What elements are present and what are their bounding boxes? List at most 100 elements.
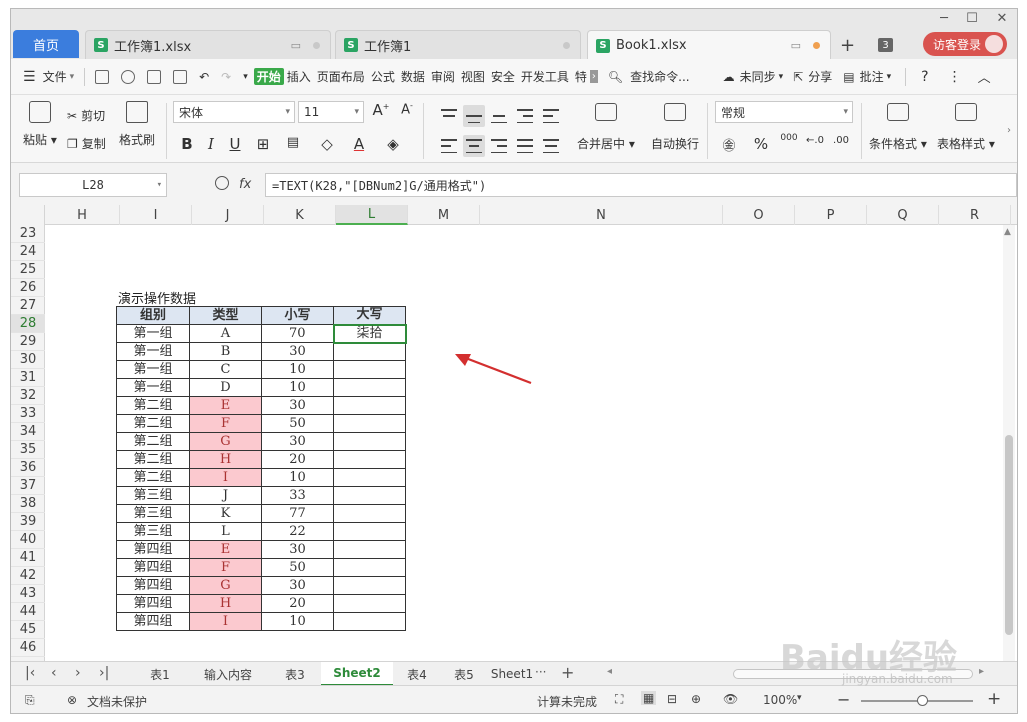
column-header-j[interactable]: J: [192, 205, 264, 225]
cell-lowercase[interactable]: 30: [261, 432, 334, 451]
eye-protect-icon[interactable]: 👁︎: [723, 692, 738, 706]
sheet-tab-sheet2[interactable]: Sheet2: [321, 662, 393, 686]
cell-type[interactable]: F: [189, 558, 262, 577]
hscroll-right-icon[interactable]: ▸: [979, 666, 984, 677]
font-size-select[interactable]: 11 ▾: [298, 101, 364, 123]
vertical-scroll-thumb[interactable]: [1005, 435, 1013, 635]
first-sheet-icon[interactable]: |‹: [25, 665, 35, 681]
cell-type[interactable]: D: [189, 378, 262, 397]
macro-icon[interactable]: ⎘: [25, 693, 35, 708]
row-header-39[interactable]: 39: [11, 513, 45, 531]
cell-group[interactable]: 第四组: [116, 576, 190, 595]
column-header-q[interactable]: Q: [867, 205, 939, 225]
column-header-l[interactable]: L: [336, 205, 408, 225]
spreadsheet-grid[interactable]: HIJKLMNOPQR 23 24 25 26 27 28 29 30 31 32 33 34 35 36…: [11, 205, 1017, 661]
column-header-o[interactable]: O: [723, 205, 795, 225]
currency-icon[interactable]: ㊎: [719, 135, 739, 154]
zoom-out-button[interactable]: −: [837, 690, 850, 709]
column-header-m[interactable]: M: [408, 205, 480, 225]
cell-uppercase[interactable]: [333, 468, 406, 487]
merge-center-button[interactable]: 合并居中 ▾: [577, 103, 635, 152]
cell-lowercase[interactable]: 70: [261, 324, 334, 343]
login-button[interactable]: 访客登录: [923, 32, 1007, 56]
number-format-select[interactable]: 常规 ▾: [715, 101, 853, 123]
cell-lowercase[interactable]: 30: [261, 342, 334, 361]
page-break-view-icon[interactable]: ⊟: [667, 692, 677, 706]
chevron-down-icon[interactable]: ▾: [779, 72, 784, 82]
menu-view[interactable]: 视图: [458, 68, 488, 85]
cell-group[interactable]: 第四组: [116, 612, 190, 631]
cell-lowercase[interactable]: 20: [261, 450, 334, 469]
sync-status[interactable]: 未同步: [737, 68, 779, 85]
annotate-button[interactable]: 批注: [857, 68, 887, 85]
doc-tab-3[interactable]: S Book1.xlsx ▭: [587, 30, 831, 60]
cell-group[interactable]: 第三组: [116, 486, 190, 505]
row-header-42[interactable]: 42: [11, 567, 45, 585]
table-style-button[interactable]: 表格样式 ▾: [937, 103, 995, 152]
help-button[interactable]: ?: [918, 69, 931, 85]
cell-lowercase[interactable]: 10: [261, 360, 334, 379]
hamburger-icon[interactable]: ☰: [23, 69, 36, 85]
next-sheet-icon[interactable]: ›: [75, 665, 81, 681]
cell-group[interactable]: 第四组: [116, 540, 190, 559]
collapse-ribbon-icon[interactable]: ︿: [978, 67, 991, 86]
print-icon[interactable]: [147, 69, 162, 84]
pin-icon[interactable]: ▭: [791, 39, 801, 52]
sheet-tab-表3[interactable]: 表3: [269, 662, 321, 686]
cell-lowercase[interactable]: 10: [261, 468, 334, 487]
column-header-r[interactable]: R: [939, 205, 1011, 225]
add-sheet-button[interactable]: +: [561, 663, 574, 682]
cell-type[interactable]: L: [189, 522, 262, 541]
cell-group[interactable]: 第一组: [116, 324, 190, 343]
decimal-decrease-icon[interactable]: .00: [831, 135, 851, 146]
vertical-scrollbar[interactable]: ▲: [1003, 225, 1015, 661]
cell-uppercase[interactable]: [333, 576, 406, 595]
prev-sheet-icon[interactable]: ‹: [51, 665, 57, 681]
home-tab[interactable]: 首页: [13, 30, 79, 58]
cell-lowercase[interactable]: 20: [261, 594, 334, 613]
cell-uppercase[interactable]: [333, 342, 406, 361]
row-header-26[interactable]: 26: [11, 279, 45, 297]
row-header-24[interactable]: 24: [11, 243, 45, 261]
data-table[interactable]: 组别 类型 小写 大写 第一组 A 70 柒拾 第一组 B 30 第一组 C 10 第一组 D 10 第二…: [116, 306, 407, 631]
column-header-k[interactable]: K: [264, 205, 336, 225]
header-uppercase[interactable]: 大写: [333, 306, 406, 325]
align-bottom-icon[interactable]: [491, 109, 507, 123]
row-header-34[interactable]: 34: [11, 423, 45, 441]
row-header-46[interactable]: 46: [11, 639, 45, 657]
select-all-corner[interactable]: [11, 205, 45, 225]
cell-uppercase[interactable]: [333, 504, 406, 523]
cell-uppercase[interactable]: [333, 414, 406, 433]
row-header-36[interactable]: 36: [11, 459, 45, 477]
font-name-select[interactable]: 宋体 ▾: [173, 101, 295, 123]
hscroll-left-icon[interactable]: ◂: [607, 666, 612, 677]
column-header-i[interactable]: I: [120, 205, 192, 225]
cell-type[interactable]: J: [189, 486, 262, 505]
cell-lowercase[interactable]: 22: [261, 522, 334, 541]
cell-type[interactable]: F: [189, 414, 262, 433]
pin-icon[interactable]: ▭: [291, 39, 301, 52]
row-header-35[interactable]: 35: [11, 441, 45, 459]
row-header-31[interactable]: 31: [11, 369, 45, 387]
cell-group[interactable]: 第一组: [116, 342, 190, 361]
cell-uppercase[interactable]: [333, 396, 406, 415]
sheet-tab-表5[interactable]: 表5: [441, 662, 487, 686]
column-header-h[interactable]: H: [45, 205, 120, 225]
cell-lowercase[interactable]: 50: [261, 414, 334, 433]
menu-special[interactable]: 特: [572, 68, 590, 85]
cell-group[interactable]: 第三组: [116, 504, 190, 523]
maximize-icon[interactable]: ☐: [961, 11, 983, 26]
cell-type[interactable]: B: [189, 342, 262, 361]
share-button[interactable]: 分享: [805, 68, 835, 85]
cell-group[interactable]: 第四组: [116, 594, 190, 613]
indent-increase-icon[interactable]: [543, 109, 559, 123]
border-icon[interactable]: ⊞: [253, 135, 273, 153]
normal-view-icon[interactable]: ▦: [641, 691, 657, 705]
chevron-down-icon[interactable]: ▾: [70, 72, 75, 82]
cell-type[interactable]: H: [189, 450, 262, 469]
cell-uppercase[interactable]: [333, 450, 406, 469]
row-header-25[interactable]: 25: [11, 261, 45, 279]
cell-group[interactable]: 第三组: [116, 522, 190, 541]
cut-button[interactable]: ✂ 剪切: [67, 107, 105, 124]
cell-lowercase[interactable]: 10: [261, 378, 334, 397]
